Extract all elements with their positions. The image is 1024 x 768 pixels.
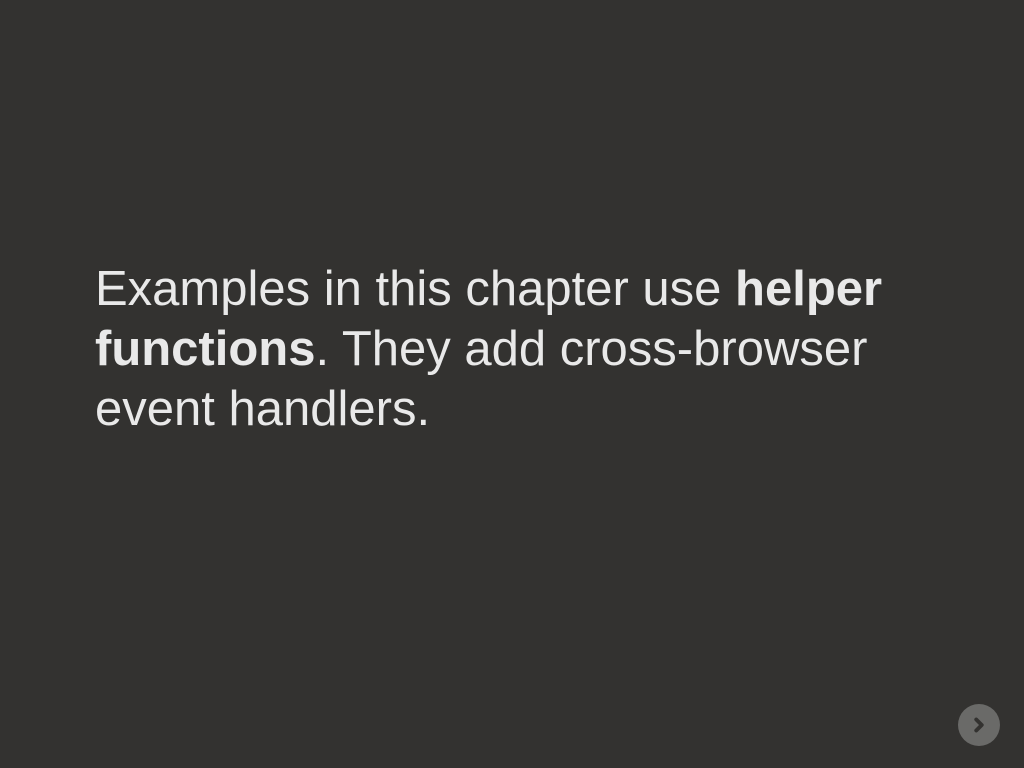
slide-body-text: Examples in this chapter use helper func… — [95, 260, 935, 439]
text-segment-before: Examples in this chapter use — [95, 262, 735, 316]
next-button[interactable] — [958, 704, 1000, 746]
slide: Examples in this chapter use helper func… — [0, 0, 1024, 768]
arrow-right-icon — [968, 714, 990, 736]
